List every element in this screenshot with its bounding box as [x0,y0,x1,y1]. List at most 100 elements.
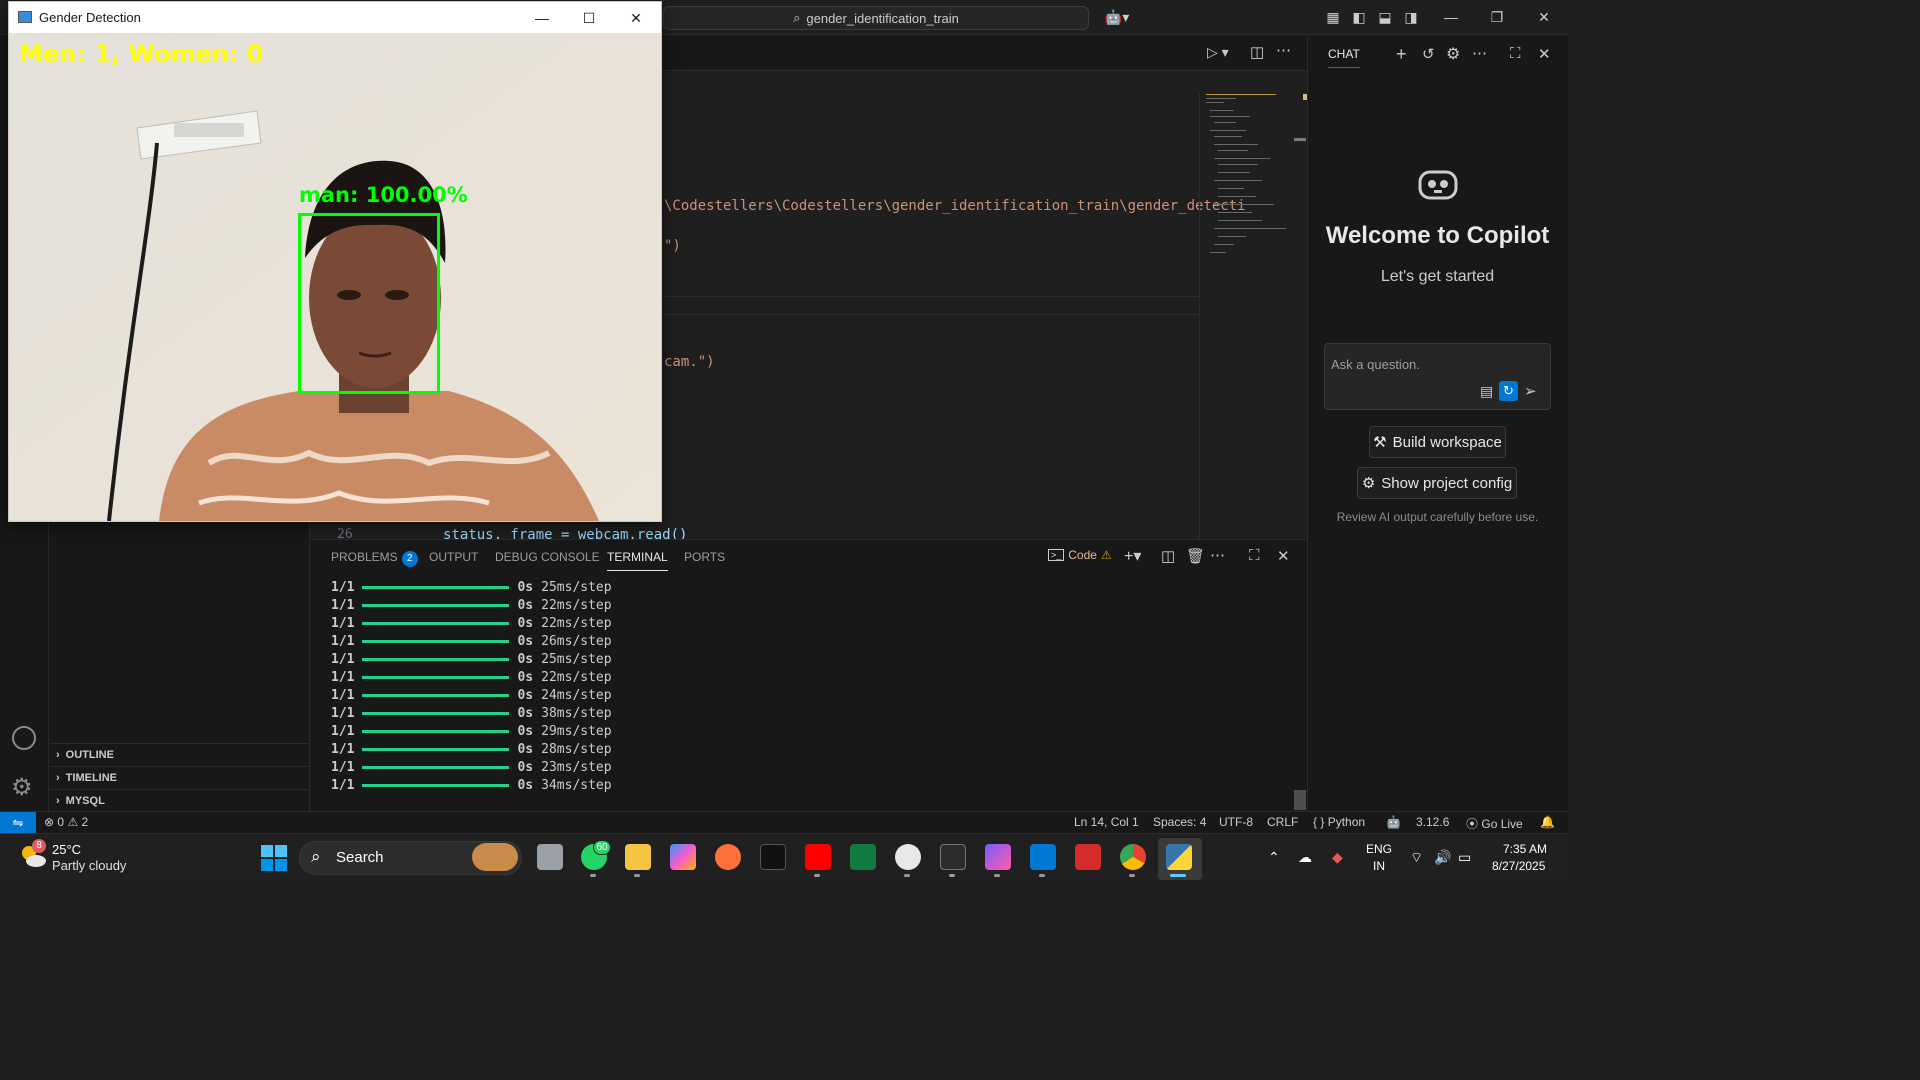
problems-status[interactable]: ⊗ 0 ⚠ 2 [44,815,88,829]
tab-debug-console[interactable]: DEBUG CONSOLE [495,550,600,564]
chat-more-icon[interactable]: ⋯ [1472,44,1487,62]
tradingview-icon[interactable] [760,844,786,870]
show-project-config-button[interactable]: ⚙ Show project config [1357,467,1517,499]
more-icon[interactable]: ⋯ [1210,546,1225,564]
tab-ports[interactable]: PORTS [684,550,725,564]
status-bar: ⇋ ⊗ 0 ⚠ 2 Ln 14, Col 1 Spaces: 4 UTF-8 C… [0,811,1568,834]
maximize-panel-icon[interactable]: ⛶ [1249,547,1260,564]
vscode-icon[interactable] [1030,844,1056,870]
tray-app-icon[interactable]: ◆ [1332,849,1343,866]
indentation[interactable]: Spaces: 4 [1153,815,1206,829]
remote-indicator-icon[interactable]: ⇋ [0,812,36,834]
tab-output[interactable]: OUTPUT [429,550,478,564]
toggle-panel-icon[interactable]: ⬓ [1376,8,1394,26]
split-terminal-icon[interactable]: ◫ [1161,547,1175,565]
close-chat-icon[interactable]: ✕ [1538,45,1551,63]
acrobat-icon[interactable] [1075,844,1101,870]
terminal-name: Code [1068,548,1097,562]
new-terminal-icon[interactable]: +▾ [1124,546,1141,566]
copilot-app-icon[interactable] [670,844,696,870]
volume-icon[interactable]: 🔊 [1434,849,1451,866]
toggle-secondary-sidebar-icon[interactable]: ◨ [1402,8,1420,26]
gender-window-titlebar[interactable]: Gender Detection — ☐ ✕ [9,2,661,33]
terminal-scrollbar[interactable] [1294,790,1306,810]
show-hidden-icons-icon[interactable]: ⌃ [1268,849,1280,866]
minimap[interactable] [1200,92,1294,272]
youtube-icon[interactable] [805,844,831,870]
gemini-app-icon[interactable] [985,844,1011,870]
editor-scrollbar[interactable] [1294,138,1306,141]
weather-desc[interactable]: Partly cloudy [52,858,126,873]
terminal-selector[interactable]: >_ Code ⚠ [1048,548,1112,562]
terminal-line: 1/1 0s 28ms/step [331,740,612,758]
chat-settings-icon[interactable]: ⚙ [1446,44,1460,64]
close-panel-icon[interactable]: ✕ [1277,547,1290,565]
weather-icon[interactable]: 8 [18,839,48,871]
onedrive-icon[interactable]: ☁ [1298,849,1312,866]
toggle-primary-sidebar-icon[interactable]: ◧ [1350,8,1368,26]
task-view-icon[interactable] [537,844,563,870]
new-chat-icon[interactable]: + [1396,44,1407,65]
whatsapp-icon[interactable]: 60 [581,840,611,870]
outline-section[interactable]: › OUTLINE [50,743,310,765]
more-actions-icon[interactable]: ⋯ [1276,41,1291,59]
minimize-icon[interactable]: — [1442,8,1460,26]
language-bottom[interactable]: IN [1373,859,1385,873]
send-icon[interactable]: ➢ [1524,382,1537,400]
restore-icon[interactable]: ❐ [1488,8,1506,26]
encoding[interactable]: UTF-8 [1219,815,1253,829]
chrome-icon[interactable] [1120,844,1146,870]
clock-time[interactable]: 7:35 AM [1503,842,1547,856]
clock-date[interactable]: 8/27/2025 [1492,859,1545,873]
firefox-icon[interactable] [715,844,741,870]
history-icon[interactable]: ↺ [1422,45,1435,63]
close-icon[interactable]: ✕ [1535,8,1553,26]
welcome-heading: Welcome to Copilot [1325,222,1550,249]
copilot-icon[interactable]: 🤖▾ [1102,8,1132,26]
weather-temp[interactable]: 25°C [52,842,81,857]
chat-input[interactable] [1331,355,1531,373]
minimize-icon[interactable]: — [519,6,565,30]
tab-problems[interactable]: PROBLEMS 2 [331,550,418,567]
close-icon[interactable]: ✕ [613,6,659,30]
agent-mode-icon[interactable]: ↻ [1499,381,1518,401]
chat-title[interactable]: CHAT [1328,47,1360,68]
terminal-line: 1/1 0s 25ms/step [331,578,612,596]
step-time: 26ms/step [541,633,612,649]
notifications-icon[interactable]: 🔔 [1540,815,1555,829]
start-button-icon[interactable] [261,845,287,871]
cursor-position[interactable]: Ln 14, Col 1 [1074,815,1139,829]
command-center[interactable]: ⌕ gender_identification_train [663,6,1089,30]
tab-terminal[interactable]: TERMINAL [607,550,668,571]
python-version[interactable]: 3.12.6 [1416,815,1449,829]
language-mode[interactable]: { } Python [1313,815,1365,829]
language-top[interactable]: ENG [1366,842,1392,856]
manage-gear-icon[interactable]: ⚙ [11,773,33,802]
line-ending[interactable]: CRLF [1267,815,1298,829]
battery-icon[interactable]: ▭ [1458,849,1471,866]
attach-context-icon[interactable]: ▤ [1480,383,1493,400]
python-icon[interactable] [1166,844,1192,870]
terminal-app-icon[interactable] [940,844,966,870]
batch-count: 1/1 [331,615,355,631]
error-count: 0 [57,815,65,829]
customize-layout-icon[interactable]: ▦ [1324,8,1342,26]
file-explorer-icon[interactable] [625,844,651,870]
wifi-icon[interactable]: ⌔ [1410,849,1423,867]
batch-count: 1/1 [331,669,355,685]
gender-detection-window[interactable]: Gender Detection — ☐ ✕ Men: 1, Women: 0 … [8,1,662,522]
kill-terminal-icon[interactable]: 🗑 [1186,547,1205,565]
search-highlight-dog-icon [472,843,518,871]
build-workspace-button[interactable]: ⚒ Build workspace [1369,426,1506,458]
split-editor-icon[interactable]: ◫ [1250,43,1264,61]
run-python-icon[interactable]: ▷ ▾ [1207,44,1229,61]
timeline-section[interactable]: › TIMELINE [50,766,310,788]
chatgpt-icon[interactable] [895,844,921,870]
accounts-icon[interactable] [12,726,36,750]
maximize-chat-icon[interactable]: ⛶ [1510,45,1521,62]
excel-icon[interactable] [850,844,876,870]
mysql-section[interactable]: › MYSQL [50,789,310,811]
copilot-status-icon[interactable]: 🤖 [1386,815,1401,829]
go-live-button[interactable]: ⦿ Go Live [1466,815,1523,832]
maximize-icon[interactable]: ☐ [566,6,612,30]
